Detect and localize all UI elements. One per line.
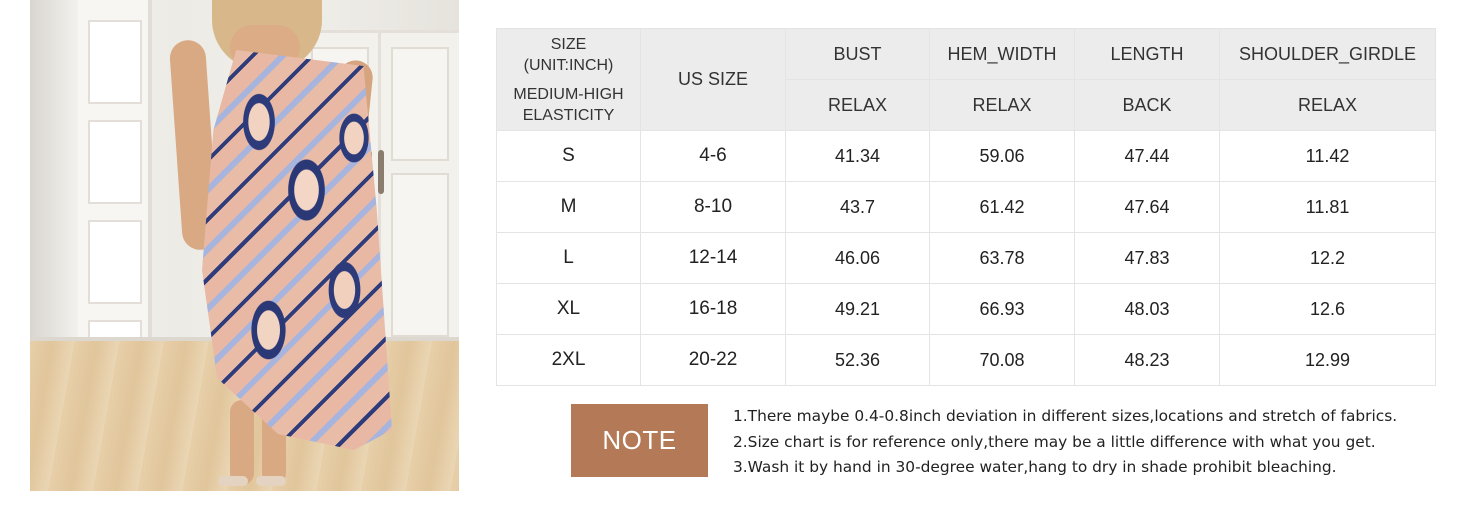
table-row: XL 16-18 49.21 66.93 48.03 12.6 bbox=[496, 283, 1436, 335]
bust-cell: 41.34 bbox=[785, 130, 930, 182]
us-size-cell: 8-10 bbox=[640, 181, 786, 233]
header-row-measures: SIZE (UNIT:INCH) MEDIUM-HIGH ELASTICITY … bbox=[496, 28, 1436, 131]
door-handle bbox=[378, 150, 384, 194]
hem-width-cell: 59.06 bbox=[929, 130, 1075, 182]
shoulder-girdle-subheader: RELAX bbox=[1219, 79, 1436, 131]
note-badge: NOTE bbox=[571, 404, 708, 477]
product-photo bbox=[30, 0, 459, 491]
note-list: 1.There maybe 0.4-0.8inch deviation in d… bbox=[733, 404, 1397, 481]
length-subheader: BACK bbox=[1074, 79, 1220, 131]
unit-label: (UNIT:INCH) bbox=[523, 56, 614, 74]
bust-cell: 46.06 bbox=[785, 232, 930, 284]
hem-width-cell: 70.08 bbox=[929, 334, 1075, 386]
us-size-cell: 4-6 bbox=[640, 130, 786, 182]
size-cell: 2XL bbox=[496, 334, 641, 386]
bust-cell: 43.7 bbox=[785, 181, 930, 233]
door-right bbox=[378, 30, 459, 356]
us-size-cell: 12-14 bbox=[640, 232, 786, 284]
note-line: 2.Size chart is for reference only,there… bbox=[733, 432, 1376, 451]
shoulder-girdle-cell: 12.2 bbox=[1219, 232, 1436, 284]
shoulder-girdle-cell: 12.99 bbox=[1219, 334, 1436, 386]
us-size-header: US SIZE bbox=[640, 28, 786, 131]
window-pane bbox=[88, 120, 142, 204]
size-label: SIZE bbox=[550, 35, 587, 53]
bust-header: BUST bbox=[785, 28, 930, 80]
length-cell: 48.23 bbox=[1074, 334, 1220, 386]
size-cell: XL bbox=[496, 283, 641, 335]
size-cell: M bbox=[496, 181, 641, 233]
length-cell: 47.64 bbox=[1074, 181, 1220, 233]
shoulder-girdle-cell: 12.6 bbox=[1219, 283, 1436, 335]
shoulder-girdle-cell: 11.81 bbox=[1219, 181, 1436, 233]
model-leg-left bbox=[230, 400, 254, 485]
note-line: 1.There maybe 0.4-0.8inch deviation in d… bbox=[733, 407, 1398, 425]
us-size-cell: 20-22 bbox=[640, 334, 786, 386]
hem-width-cell: 63.78 bbox=[929, 232, 1075, 284]
elasticity-label: MEDIUM-HIGH bbox=[513, 85, 624, 103]
size-unit-header: SIZE (UNIT:INCH) MEDIUM-HIGH ELASTICITY bbox=[496, 28, 641, 131]
hem-width-cell: 61.42 bbox=[929, 181, 1075, 233]
shoulder-girdle-cell: 11.42 bbox=[1219, 130, 1436, 182]
hem-width-subheader: RELAX bbox=[929, 79, 1075, 131]
model-shoe-left bbox=[218, 476, 248, 486]
note-line: 3.Wash it by hand in 30-degree water,han… bbox=[733, 458, 1337, 476]
hem-width-cell: 66.93 bbox=[929, 283, 1075, 335]
printed-maxi-dress bbox=[202, 50, 392, 450]
shoulder-girdle-header: SHOULDER_GIRDLE bbox=[1219, 28, 1436, 80]
length-cell: 47.44 bbox=[1074, 130, 1220, 182]
window-pane bbox=[88, 20, 142, 104]
length-cell: 47.83 bbox=[1074, 232, 1220, 284]
size-cell: L bbox=[496, 232, 641, 284]
table-row: S 4-6 41.34 59.06 47.44 11.42 bbox=[496, 130, 1436, 182]
bust-subheader: RELAX bbox=[785, 79, 930, 131]
door-panel bbox=[391, 47, 449, 161]
model-shoe-right bbox=[256, 476, 286, 486]
size-chart-table: SIZE (UNIT:INCH) MEDIUM-HIGH ELASTICITY … bbox=[496, 28, 1436, 386]
bust-cell: 52.36 bbox=[785, 334, 930, 386]
table-row: L 12-14 46.06 63.78 47.83 12.2 bbox=[496, 232, 1436, 284]
elasticity-label: ELASTICITY bbox=[522, 106, 615, 124]
hem-width-header: HEM_WIDTH bbox=[929, 28, 1075, 80]
length-cell: 48.03 bbox=[1074, 283, 1220, 335]
size-cell: S bbox=[496, 130, 641, 182]
table-row: 2XL 20-22 52.36 70.08 48.23 12.99 bbox=[496, 334, 1436, 386]
bust-cell: 49.21 bbox=[785, 283, 930, 335]
door-panel bbox=[391, 173, 449, 337]
window-pane bbox=[88, 220, 142, 304]
length-header: LENGTH bbox=[1074, 28, 1220, 80]
us-size-cell: 16-18 bbox=[640, 283, 786, 335]
table-row: M 8-10 43.7 61.42 47.64 11.81 bbox=[496, 181, 1436, 233]
